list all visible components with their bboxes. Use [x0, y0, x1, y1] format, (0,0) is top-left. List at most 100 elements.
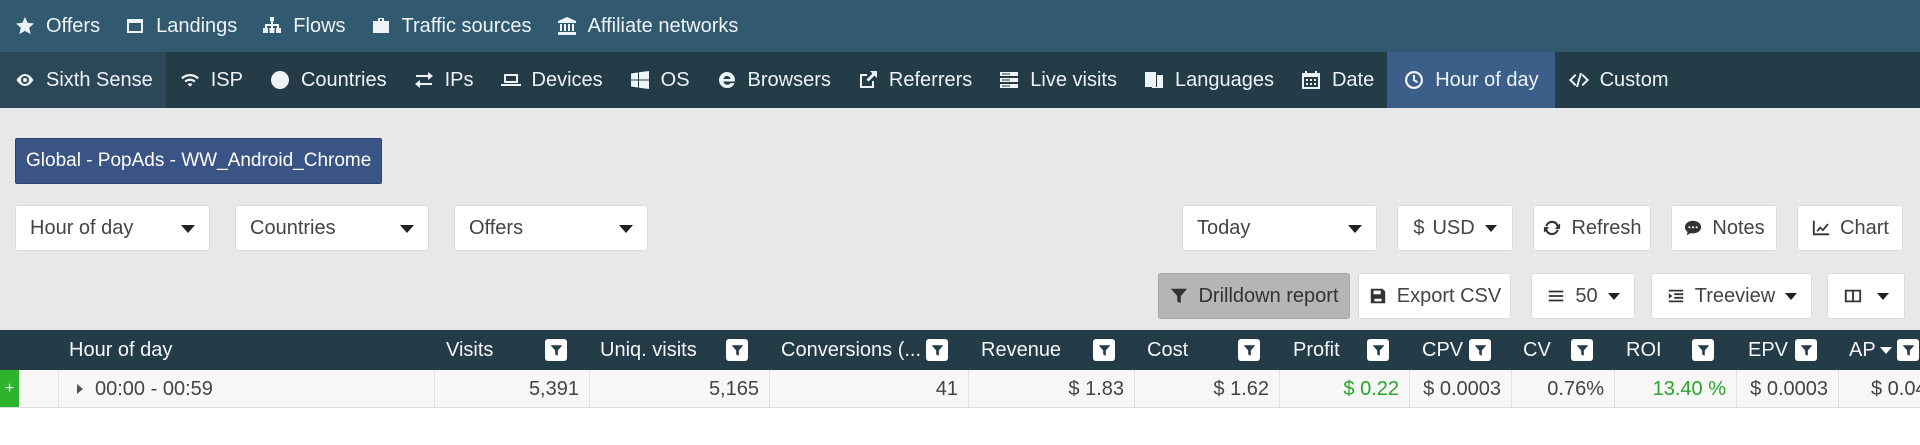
list-icon: [1546, 286, 1566, 306]
column-header-conversions[interactable]: Conversions (...: [781, 330, 921, 370]
column-filter-roi[interactable]: [1692, 330, 1714, 370]
filter-icon: [1897, 339, 1919, 361]
expand-arrow-icon[interactable]: [77, 384, 83, 394]
tab-os[interactable]: OS: [616, 52, 703, 108]
currency-select[interactable]: $ USD: [1397, 205, 1513, 251]
filter-icon: [926, 339, 948, 361]
report-tabs: Sixth Sense ISP Countries IPs Devices OS…: [0, 52, 1920, 108]
calendar-icon: [1300, 69, 1322, 91]
cell-profit: $ 0.22: [1279, 370, 1409, 407]
page-size-select[interactable]: 50: [1531, 273, 1635, 319]
nav-offers[interactable]: Offers: [0, 0, 112, 52]
tab-countries[interactable]: Countries: [256, 52, 400, 108]
page-size-value: 50: [1575, 284, 1598, 307]
campaign-selector[interactable]: Global - PopAds - WW_Android_Chrome: [15, 138, 383, 184]
column-header-uniq-visits[interactable]: Uniq. visits: [600, 330, 697, 370]
column-header-cost[interactable]: Cost: [1147, 330, 1188, 370]
group-by-1-select[interactable]: Hour of day: [15, 205, 210, 251]
chevron-down-icon: [1348, 225, 1362, 233]
view-mode-select[interactable]: Treeview: [1651, 273, 1812, 319]
cell-ap: $ 0.04: [1838, 370, 1920, 407]
nav-affiliate-networks[interactable]: Affiliate networks: [544, 0, 751, 52]
tab-live-visits-label: Live visits: [1030, 68, 1117, 91]
column-filter-epv[interactable]: [1795, 330, 1817, 370]
tab-os-label: OS: [660, 68, 690, 91]
windows-icon: [629, 69, 651, 91]
column-header-roi[interactable]: ROI: [1626, 330, 1662, 370]
cell-conversions: 41: [769, 370, 968, 407]
cell-cpv: $ 0.0003: [1409, 370, 1511, 407]
laptop-icon: [500, 69, 522, 91]
column-header-ap[interactable]: AP: [1849, 330, 1892, 370]
refresh-button[interactable]: Refresh: [1533, 205, 1651, 251]
tab-languages-label: Languages: [1174, 68, 1274, 91]
chart-button[interactable]: Chart: [1797, 205, 1903, 251]
column-filter-profit[interactable]: [1367, 330, 1389, 370]
column-filter-visits[interactable]: [545, 330, 567, 370]
export-label: Export CSV: [1396, 284, 1502, 307]
cell-epv: $ 0.0003: [1736, 370, 1838, 407]
indent-icon: [1666, 286, 1686, 306]
nav-traffic-sources[interactable]: Traffic sources: [358, 0, 544, 52]
tab-ips[interactable]: IPs: [400, 52, 487, 108]
chevron-down-icon: [1785, 292, 1798, 300]
nav-traffic-sources-label: Traffic sources: [401, 14, 532, 37]
tab-live-visits[interactable]: Live visits: [985, 52, 1130, 108]
tab-languages[interactable]: Languages: [1130, 52, 1287, 108]
table-row[interactable]: + 00:00 - 00:59 5,391 5,165 41 $ 1.83 $ …: [0, 370, 1920, 408]
save-icon: [1368, 286, 1388, 306]
tab-custom[interactable]: Custom: [1555, 52, 1682, 108]
columns-select[interactable]: [1827, 273, 1905, 319]
wifi-icon: [179, 69, 201, 91]
notes-button[interactable]: Notes: [1671, 205, 1777, 251]
column-header-cv[interactable]: CV: [1523, 330, 1551, 370]
column-header-hour[interactable]: Hour of day: [69, 330, 172, 370]
tab-date[interactable]: Date: [1287, 52, 1387, 108]
globe-icon: [269, 69, 291, 91]
expand-row-button[interactable]: +: [0, 370, 19, 407]
drilldown-report-button[interactable]: Drilldown report: [1158, 273, 1350, 319]
view-mode-value: Treeview: [1694, 284, 1776, 307]
nav-landings[interactable]: Landings: [112, 0, 249, 52]
filter-icon: [1692, 339, 1714, 361]
cell-cost: $ 1.62: [1134, 370, 1279, 407]
tab-browsers[interactable]: Browsers: [703, 52, 844, 108]
column-header-profit[interactable]: Profit: [1293, 330, 1340, 370]
column-filter-cpv[interactable]: [1469, 330, 1491, 370]
tab-devices[interactable]: Devices: [487, 52, 616, 108]
tab-custom-label: Custom: [1599, 68, 1669, 91]
tab-hour-of-day-label: Hour of day: [1435, 68, 1539, 91]
column-header-epv[interactable]: EPV: [1748, 330, 1788, 370]
column-filter-conversions[interactable]: [926, 330, 948, 370]
tab-isp[interactable]: ISP: [166, 52, 256, 108]
cell-hour[interactable]: 00:00 - 00:59: [58, 370, 434, 407]
nav-flows[interactable]: Flows: [249, 0, 357, 52]
tab-sixth-sense[interactable]: Sixth Sense: [0, 52, 166, 108]
column-filter-cv[interactable]: [1571, 330, 1593, 370]
chart-label: Chart: [1840, 216, 1889, 239]
sort-desc-icon: [1879, 346, 1892, 354]
group-by-3-select[interactable]: Offers: [454, 205, 648, 251]
chevron-down-icon: [181, 225, 195, 233]
server-icon: [998, 69, 1020, 91]
column-header-visits[interactable]: Visits: [446, 330, 493, 370]
briefcase-icon: [370, 15, 392, 37]
export-csv-button[interactable]: Export CSV: [1358, 273, 1511, 319]
chevron-down-icon: [400, 225, 414, 233]
columns-icon: [1843, 286, 1863, 306]
column-filter-cost[interactable]: [1238, 330, 1260, 370]
tab-hour-of-day[interactable]: Hour of day: [1387, 52, 1555, 108]
column-filter-ap[interactable]: [1897, 330, 1919, 370]
tab-countries-label: Countries: [300, 68, 387, 91]
column-filter-uniq-visits[interactable]: [726, 330, 748, 370]
nav-landings-label: Landings: [156, 14, 238, 37]
tab-ips-label: IPs: [444, 68, 474, 91]
tab-referrers[interactable]: Referrers: [844, 52, 985, 108]
date-range-select[interactable]: Today: [1182, 205, 1377, 251]
column-header-revenue[interactable]: Revenue: [981, 330, 1061, 370]
refresh-icon: [1542, 218, 1562, 238]
column-header-cpv[interactable]: CPV: [1422, 330, 1463, 370]
column-filter-revenue[interactable]: [1093, 330, 1115, 370]
group-by-2-select[interactable]: Countries: [235, 205, 429, 251]
cell-cv: 0.76%: [1511, 370, 1614, 407]
